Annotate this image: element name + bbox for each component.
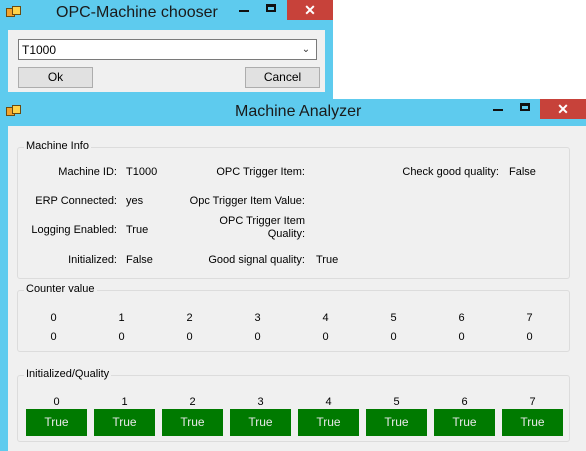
machine-combo-value: T1000	[22, 43, 57, 57]
good-signal-quality-value: True	[316, 254, 339, 266]
chooser-titlebar[interactable]: OPC-Machine chooser ✕	[0, 0, 333, 26]
counter-index: 6	[458, 312, 465, 324]
minimize-button[interactable]	[230, 0, 258, 20]
quality-status-badge: True	[434, 409, 495, 436]
chooser-title: OPC-Machine chooser	[56, 4, 218, 21]
good-signal-quality-label: Good signal quality:	[208, 254, 305, 266]
ok-button[interactable]: Ok	[18, 67, 93, 88]
machine-combo[interactable]: T1000 ⌄	[18, 39, 317, 60]
analyzer-window: Machine Analyzer ✕ Machine Info Machine …	[0, 99, 586, 451]
close-icon: ✕	[557, 101, 569, 117]
counter-value: 0	[118, 331, 125, 343]
analyzer-client: Machine Info Machine ID: T1000 ERP Conne…	[8, 126, 586, 451]
close-icon: ✕	[304, 2, 316, 18]
check-good-quality-value: False	[509, 166, 536, 178]
counter-index: 1	[118, 312, 125, 324]
quality-index: 2	[189, 396, 196, 408]
check-good-quality-label: Check good quality:	[402, 166, 499, 178]
counter-index: 4	[322, 312, 329, 324]
quality-index: 4	[325, 396, 332, 408]
minimize-icon	[239, 10, 249, 12]
counter-value-group: Counter value 0 1 2 3 4 5 6 7 0 0 0 0 0 …	[17, 283, 570, 352]
initialized-label: Initialized:	[68, 254, 117, 266]
erp-connected-value: yes	[126, 195, 144, 207]
quality-index: 3	[257, 396, 264, 408]
counter-value: 0	[458, 331, 465, 343]
minimize-icon	[493, 109, 503, 111]
quality-status-badge: True	[366, 409, 427, 436]
machine-id-value: T1000	[126, 166, 158, 178]
app-icon	[6, 6, 21, 18]
quality-index: 0	[53, 396, 60, 408]
opc-trigger-item-label: OPC Trigger Item:	[216, 166, 305, 178]
counter-index: 3	[254, 312, 261, 324]
counter-value-legend: Counter value	[24, 283, 97, 295]
opc-trigger-item-quality-label-2: Quality:	[267, 228, 305, 240]
minimize-button[interactable]	[484, 99, 512, 119]
analyzer-titlebar[interactable]: Machine Analyzer ✕	[0, 99, 586, 125]
counter-index: 7	[526, 312, 533, 324]
quality-status-badge: True	[502, 409, 563, 436]
chooser-window: OPC-Machine chooser ✕ T1000 ⌄ Ok Cancel	[0, 0, 333, 99]
quality-status-badge: True	[230, 409, 291, 436]
chevron-down-icon[interactable]: ⌄	[299, 41, 313, 58]
initialized-quality-group: Initialized/Quality 0 1 2 3 4 5 6 7 True…	[17, 368, 570, 442]
chooser-client: T1000 ⌄ Ok Cancel	[8, 30, 325, 92]
erp-connected-label: ERP Connected:	[35, 195, 117, 207]
close-button[interactable]: ✕	[540, 99, 586, 119]
initialized-value: False	[126, 254, 153, 266]
counter-value: 0	[526, 331, 533, 343]
logging-enabled-label: Logging Enabled:	[31, 224, 117, 236]
counter-index: 0	[50, 312, 57, 324]
maximize-icon	[520, 103, 530, 111]
logging-enabled-value: True	[126, 224, 149, 236]
maximize-button[interactable]	[258, 0, 286, 20]
counter-index: 2	[186, 312, 193, 324]
quality-status-badge: True	[94, 409, 155, 436]
counter-value: 0	[322, 331, 329, 343]
machine-info-group: Machine Info Machine ID: T1000 ERP Conne…	[17, 140, 570, 279]
counter-value: 0	[254, 331, 261, 343]
quality-status-badge: True	[298, 409, 359, 436]
close-button[interactable]: ✕	[287, 0, 333, 20]
analyzer-title: Machine Analyzer	[235, 103, 362, 120]
maximize-icon	[266, 4, 276, 12]
machine-info-legend: Machine Info	[24, 140, 91, 152]
quality-index: 7	[529, 396, 536, 408]
quality-status-badge: True	[26, 409, 87, 436]
app-icon	[6, 105, 21, 117]
counter-index: 5	[390, 312, 397, 324]
initialized-quality-legend: Initialized/Quality	[24, 368, 112, 380]
quality-index: 1	[121, 396, 128, 408]
quality-index: 6	[461, 396, 468, 408]
counter-value: 0	[390, 331, 397, 343]
machine-id-label: Machine ID:	[58, 166, 117, 178]
maximize-button[interactable]	[512, 99, 540, 119]
opc-trigger-item-value-label: Opc Trigger Item Value:	[189, 195, 305, 207]
counter-value: 0	[50, 331, 57, 343]
quality-index: 5	[393, 396, 400, 408]
quality-status-badge: True	[162, 409, 223, 436]
counter-value: 0	[186, 331, 193, 343]
opc-trigger-item-quality-label-1: OPC Trigger Item	[219, 215, 305, 227]
cancel-button[interactable]: Cancel	[245, 67, 320, 88]
